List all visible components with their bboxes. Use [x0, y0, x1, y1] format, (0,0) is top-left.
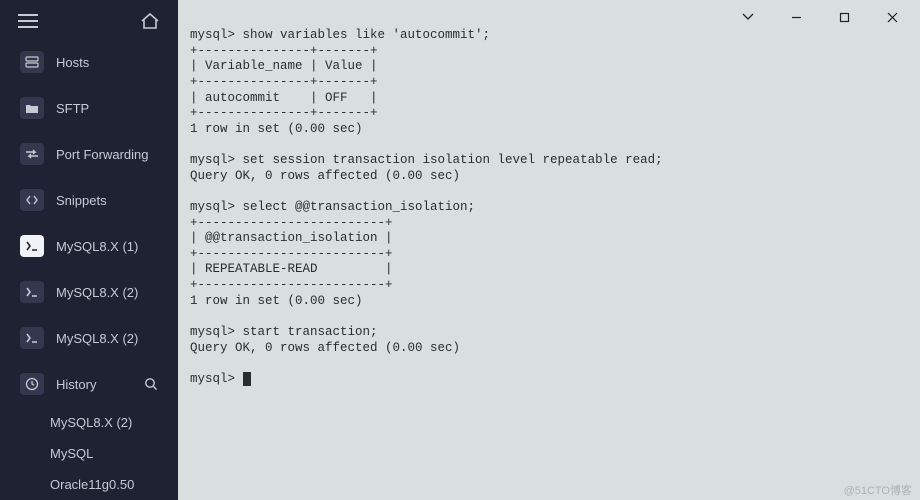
terminal-output[interactable]: mysql> show variables like 'autocommit';…: [178, 0, 920, 387]
sidebar-item-mysql-2a[interactable]: MySQL8.X (2): [6, 271, 172, 313]
hosts-icon: [20, 51, 44, 73]
history-item[interactable]: Oracle11g0.50: [46, 469, 178, 500]
sidebar-item-label: History: [56, 377, 132, 392]
sidebar-item-label: MySQL8.X (2): [56, 331, 158, 346]
terminal-prompt: mysql>: [190, 372, 243, 386]
sidebar-item-mysql-2b[interactable]: MySQL8.X (2): [6, 317, 172, 359]
sidebar-item-label: MySQL8.X (2): [56, 285, 158, 300]
terminal-icon: [20, 281, 44, 303]
terminal-icon: [20, 235, 44, 257]
arrows-icon: [20, 143, 44, 165]
sidebar-list: Hosts SFTP Port Forwarding Snippets MySQ…: [0, 33, 178, 500]
sidebar: Hosts SFTP Port Forwarding Snippets MySQ…: [0, 0, 178, 500]
cursor-icon: [243, 372, 251, 386]
menu-icon[interactable]: [18, 11, 38, 31]
history-item[interactable]: MySQL8.X (2): [46, 407, 178, 438]
home-icon[interactable]: [140, 11, 160, 31]
search-icon[interactable]: [144, 377, 158, 391]
terminal-lines: mysql> show variables like 'autocommit';…: [190, 28, 663, 355]
sidebar-item-snippets[interactable]: Snippets: [6, 179, 172, 221]
watermark-text: @51CTO博客: [844, 482, 912, 498]
history-children: MySQL8.X (2) MySQL Oracle11g0.50: [0, 407, 178, 500]
maximize-button[interactable]: [822, 2, 866, 32]
window-controls: [726, 0, 920, 34]
sidebar-item-sftp[interactable]: SFTP: [6, 87, 172, 129]
close-button[interactable]: [870, 2, 914, 32]
minimize-button[interactable]: [774, 2, 818, 32]
sidebar-item-port-forwarding[interactable]: Port Forwarding: [6, 133, 172, 175]
sidebar-item-hosts[interactable]: Hosts: [6, 41, 172, 83]
sidebar-header: [0, 8, 178, 33]
sidebar-item-label: Port Forwarding: [56, 147, 158, 162]
chevron-down-icon[interactable]: [726, 2, 770, 32]
sidebar-item-label: Hosts: [56, 55, 158, 70]
folder-icon: [20, 97, 44, 119]
sidebar-item-label: SFTP: [56, 101, 158, 116]
sidebar-item-label: MySQL8.X (1): [56, 239, 158, 254]
sidebar-item-mysql-1[interactable]: MySQL8.X (1): [6, 225, 172, 267]
history-item[interactable]: MySQL: [46, 438, 178, 469]
terminal-icon: [20, 327, 44, 349]
sidebar-item-label: Snippets: [56, 193, 158, 208]
clock-icon: [20, 373, 44, 395]
code-icon: [20, 189, 44, 211]
sidebar-item-history[interactable]: History: [6, 363, 172, 405]
main-panel: mysql> show variables like 'autocommit';…: [178, 0, 920, 500]
